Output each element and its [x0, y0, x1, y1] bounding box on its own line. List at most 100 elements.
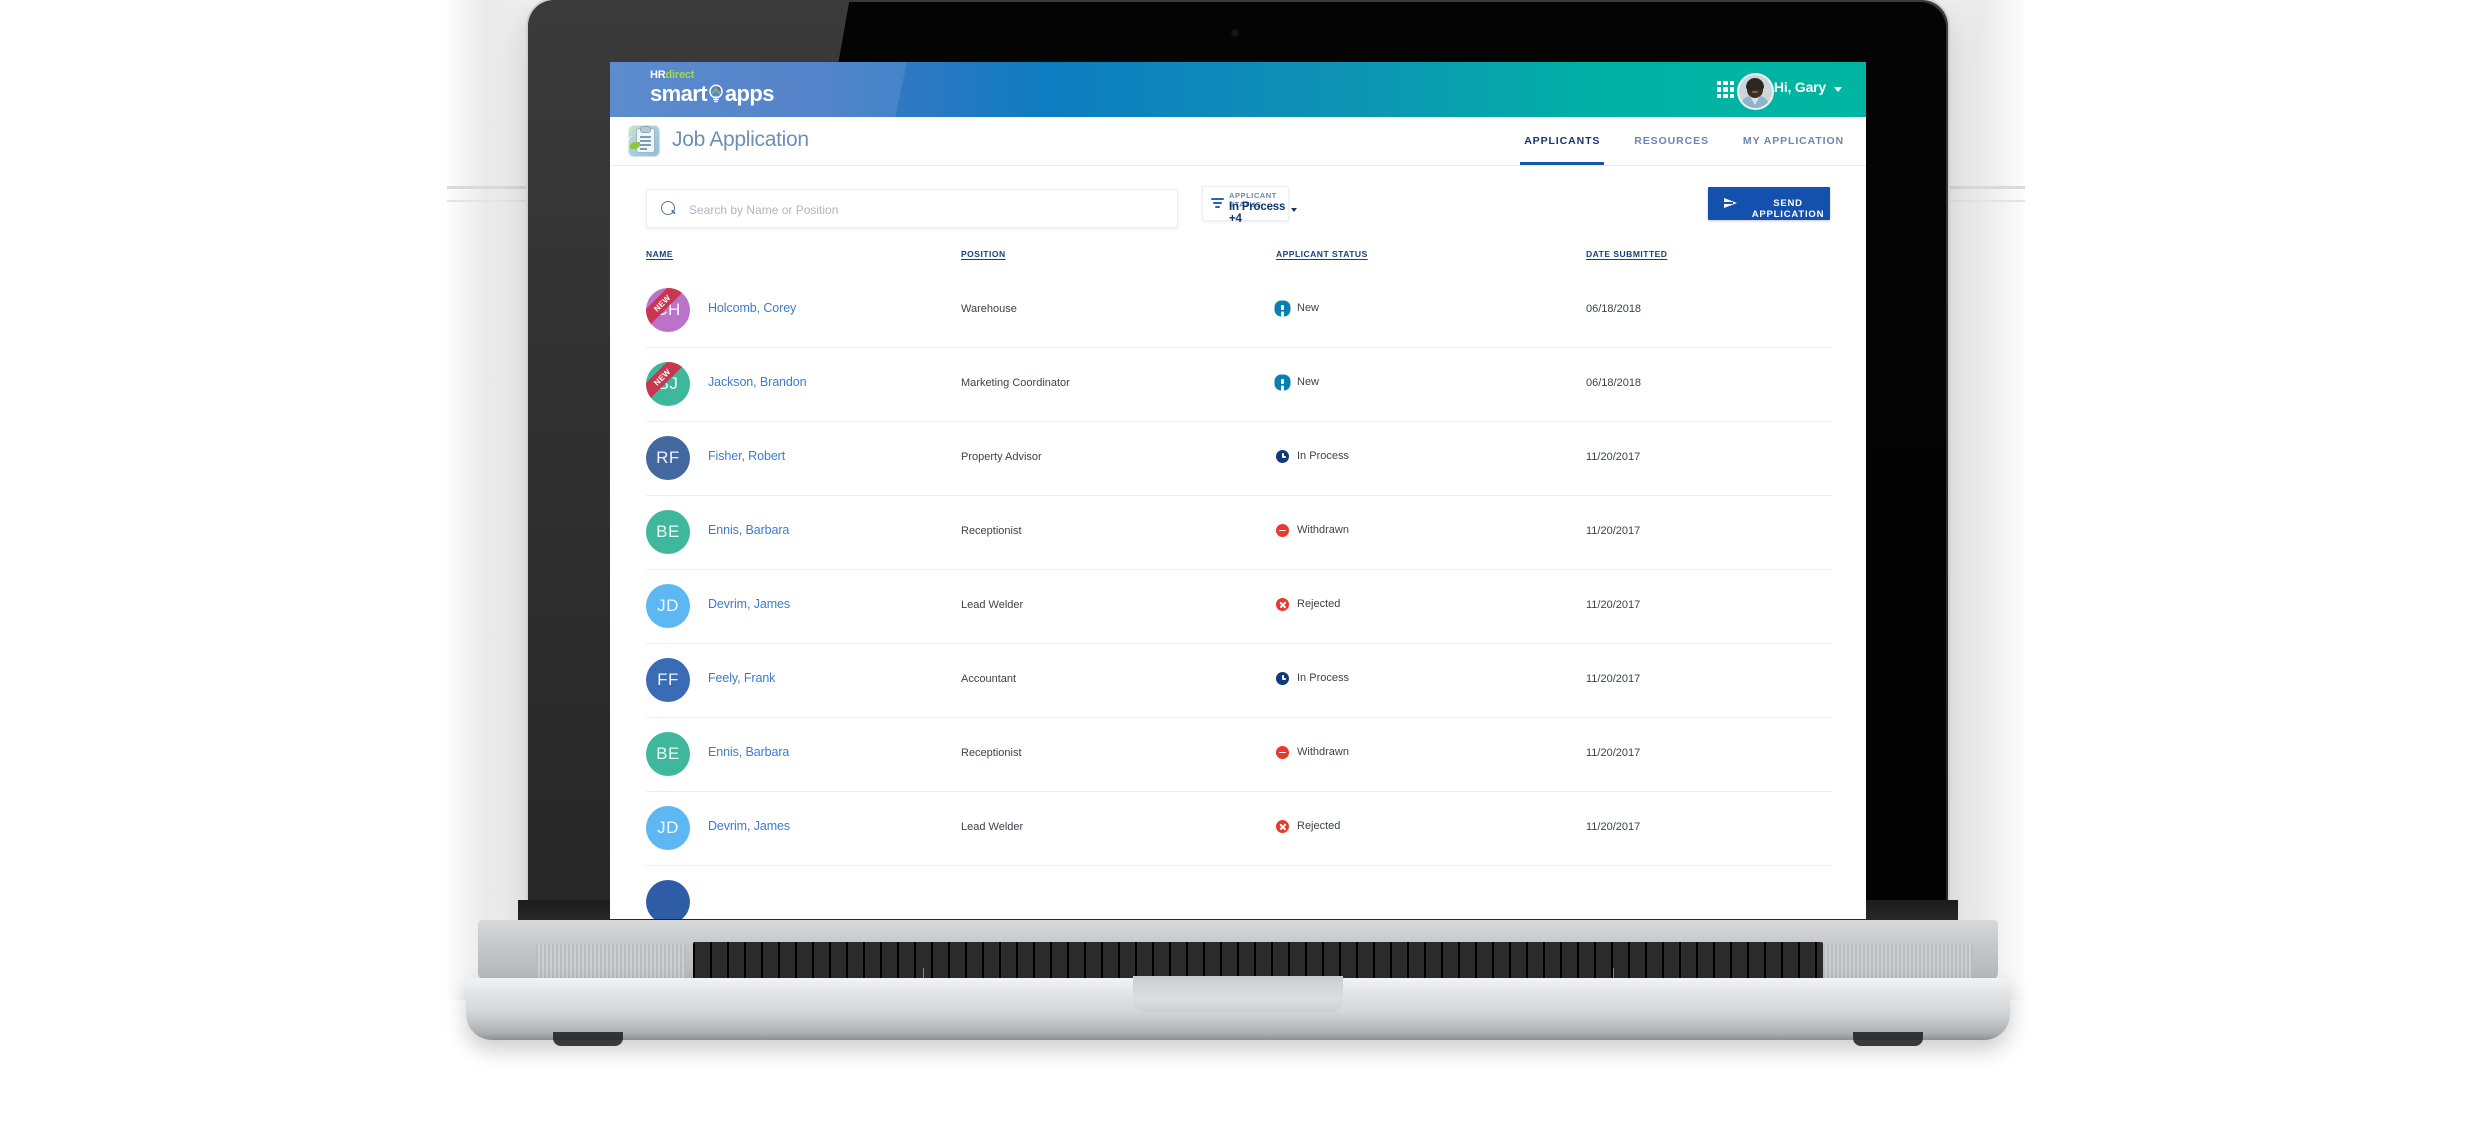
applicant-name-link[interactable]: Jackson, Brandon [708, 375, 807, 389]
laptop-foot-left [553, 1032, 623, 1046]
avatar[interactable]: CH NEW [646, 288, 690, 332]
avatar[interactable]: JD [646, 584, 690, 628]
table-row[interactable]: CH NEW Holcomb, Corey Warehouse New 06/18/201… [646, 274, 1832, 348]
column-header-date-submitted[interactable]: DATE SUBMITTED [1586, 249, 1667, 259]
lightbulb-icon [706, 84, 726, 104]
webcam-icon [1232, 30, 1238, 36]
filter-value: In Process +4 [1229, 201, 1286, 225]
minus-circle-icon [1276, 746, 1289, 759]
clock-icon [1276, 672, 1289, 685]
x-circle-icon [1276, 820, 1289, 833]
avatar-hair [1746, 78, 1764, 90]
column-header-applicant-status[interactable]: APPLICANT STATUS [1276, 249, 1368, 259]
applicant-position: Lead Welder [961, 821, 1024, 833]
brand-direct-text: direct [665, 69, 695, 81]
clipboard-line [640, 144, 651, 146]
primary-tabs: APPLICANTS RESOURCES MY APPLICATION [1520, 117, 1844, 165]
table-row[interactable]: BE Ennis, Barbara Receptionist Withdrawn 11/… [646, 496, 1832, 570]
send-paper-plane-icon [1724, 198, 1737, 208]
status-label: In Process [1297, 450, 1349, 462]
search-box[interactable] [646, 189, 1178, 229]
table-row[interactable] [646, 866, 1832, 919]
table-row[interactable]: JD Devrim, James Lead Welder Rejected 11/20/… [646, 570, 1832, 644]
search-input[interactable] [687, 190, 1161, 229]
table-row[interactable]: BJ NEW Jackson, Brandon Marketing Coordinat… [646, 348, 1832, 422]
applicant-position: Accountant [961, 673, 1017, 685]
applicant-position: Property Advisor [961, 451, 1042, 463]
laptop-screen: HRdirect smart apps Hi, Gary Job Applica… [610, 62, 1866, 919]
applicant-position: Receptionist [961, 525, 1022, 537]
table-header: NAME POSITION APPLICANT STATUS DATE SUBM… [646, 249, 1832, 271]
avatar[interactable]: RF [646, 436, 690, 480]
date-submitted: 11/20/2017 [1586, 821, 1641, 833]
send-application-button[interactable]: SEND APPLICATION [1708, 187, 1830, 220]
laptop-front-notch [1133, 976, 1343, 1012]
new-icon [1276, 376, 1289, 389]
applicant-name-link[interactable]: Feely, Frank [708, 671, 775, 685]
status-label: Withdrawn [1297, 524, 1349, 536]
applicant-name-link[interactable]: Fisher, Robert [708, 449, 785, 463]
user-greeting[interactable]: Hi, Gary [1774, 79, 1826, 95]
page-title: Job Application [672, 128, 809, 151]
grid-apps-icon[interactable] [1717, 81, 1734, 98]
avatar[interactable]: FF [646, 658, 690, 702]
applicant-name-link[interactable]: Holcomb, Corey [708, 301, 796, 315]
new-badge: NEW [646, 362, 690, 405]
table-row[interactable]: RF Fisher, Robert Property Advisor In Proce… [646, 422, 1832, 496]
app-sub-header: Job Application APPLICANTS RESOURCES MY … [610, 117, 1866, 166]
chevron-down-icon[interactable] [1834, 87, 1842, 92]
column-header-name[interactable]: NAME [646, 249, 673, 259]
tab-my-application[interactable]: MY APPLICATION [1743, 117, 1844, 165]
application-window: HRdirect smart apps Hi, Gary Job Applica… [610, 62, 1866, 919]
applicant-name-link[interactable]: Ennis, Barbara [708, 745, 789, 759]
status-label: Withdrawn [1297, 746, 1349, 758]
laptop-mockup: HRdirect smart apps Hi, Gary Job Applica… [448, 0, 2028, 1060]
avatar[interactable] [1737, 73, 1774, 110]
tab-applicants[interactable]: APPLICANTS [1520, 117, 1605, 165]
date-submitted: 11/20/2017 [1586, 673, 1641, 685]
new-icon [1276, 302, 1289, 315]
table-row[interactable]: JD Devrim, James Lead Welder Rejected 11/20/… [646, 792, 1832, 866]
x-circle-icon [1276, 598, 1289, 611]
clipboard-line [640, 140, 651, 142]
avatar[interactable]: BE [646, 732, 690, 776]
column-header-position[interactable]: POSITION [961, 249, 1006, 259]
minus-circle-icon [1276, 524, 1289, 537]
applicant-position: Warehouse [961, 303, 1017, 315]
brand-logo-bottom: smart apps [650, 83, 774, 105]
send-application-label: SEND APPLICATION [1751, 198, 1825, 220]
brand-logo-top: HRdirect [650, 70, 774, 81]
laptop-deck [478, 920, 1998, 1002]
date-submitted: 11/20/2017 [1586, 599, 1641, 611]
clipboard-line [640, 136, 651, 138]
table-row[interactable]: BE Ennis, Barbara Receptionist Withdrawn 11/… [646, 718, 1832, 792]
brand-hr-text: HR [650, 69, 666, 81]
caret-down-icon [1291, 208, 1297, 212]
brand-logo[interactable]: HRdirect smart apps [650, 70, 774, 105]
date-submitted: 11/20/2017 [1586, 451, 1641, 463]
applicant-name-link[interactable]: Ennis, Barbara [708, 523, 789, 537]
applicant-name-link[interactable]: Devrim, James [708, 819, 790, 833]
date-submitted: 06/18/2018 [1586, 377, 1642, 389]
job-application-clipboard-icon [628, 125, 660, 157]
avatar[interactable] [646, 880, 690, 919]
applicant-status-filter[interactable]: APPLICANT STATUS In Process +4 [1202, 186, 1297, 225]
date-submitted: 06/18/2018 [1586, 303, 1642, 315]
table-row[interactable]: FF Feely, Frank Accountant In Process 11/20/… [646, 644, 1832, 718]
status-label: Rejected [1297, 820, 1341, 832]
new-badge: NEW [646, 288, 690, 331]
brand-smart-text: smart [650, 81, 708, 106]
status-label: New [1297, 376, 1320, 388]
applicant-name-link[interactable]: Devrim, James [708, 597, 790, 611]
avatar[interactable]: JD [646, 806, 690, 850]
avatar[interactable]: BE [646, 510, 690, 554]
status-label: New [1297, 302, 1320, 314]
brand-apps-text: apps [724, 81, 775, 106]
tab-resources[interactable]: RESOURCES [1634, 117, 1709, 165]
laptop-foot-right [1853, 1032, 1923, 1046]
avatar-mouth [1752, 91, 1758, 93]
avatar[interactable]: BJ NEW [646, 362, 690, 406]
clipboard-clip [641, 127, 650, 132]
applicant-position: Receptionist [961, 747, 1022, 759]
laptop-base [448, 900, 2028, 1060]
